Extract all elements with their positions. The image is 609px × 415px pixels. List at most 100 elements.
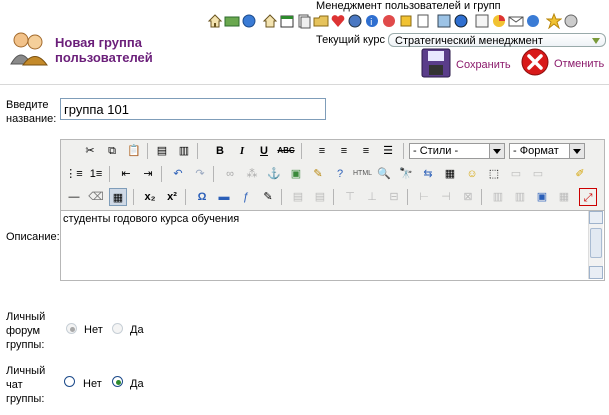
chat-no-radio[interactable] — [64, 376, 75, 387]
save-button[interactable]: Сохранить — [420, 47, 511, 82]
align-right-icon[interactable]: ≡ — [357, 142, 375, 160]
pages-icon[interactable] — [415, 13, 431, 29]
date-icon[interactable]: ▦ — [441, 165, 459, 183]
col-before-icon[interactable]: ⊢ — [415, 188, 433, 206]
documents-icon[interactable] — [296, 13, 312, 29]
align-center-icon[interactable]: ≡ — [335, 142, 353, 160]
underline-icon[interactable]: U — [255, 142, 273, 160]
find-icon[interactable]: 🔭 — [397, 165, 415, 183]
redo-icon[interactable]: ↷ — [191, 165, 209, 183]
layer-icon[interactable]: ▭ — [507, 165, 525, 183]
styles-select[interactable]: - Стили - — [409, 143, 505, 159]
image-icon[interactable]: ▣ — [287, 165, 305, 183]
chat-yes-radio[interactable] — [112, 376, 123, 387]
cell-props-icon[interactable]: ▦ — [555, 188, 573, 206]
preview-icon[interactable]: 🔍 — [375, 165, 393, 183]
calendar-icon[interactable] — [279, 13, 295, 29]
cancel-button[interactable]: Отменить — [520, 47, 604, 80]
align-left-icon[interactable]: ≡ — [313, 142, 331, 160]
forum-no-radio[interactable] — [66, 323, 77, 334]
replace-icon[interactable]: ⇆ — [419, 165, 437, 183]
copy-icon[interactable]: ⧉ — [103, 142, 121, 160]
subscript-icon[interactable]: x₂ — [141, 188, 159, 206]
paste-icon[interactable]: 📋 — [125, 142, 143, 160]
align-justify-icon[interactable]: ☰ — [379, 142, 397, 160]
template-icon[interactable]: ▣ — [533, 188, 551, 206]
anchor-icon[interactable]: ⚓ — [265, 165, 283, 183]
html-icon[interactable]: HTML — [353, 165, 372, 183]
scroll-thumb[interactable] — [590, 228, 602, 258]
world-icon[interactable] — [453, 13, 469, 29]
edit-code-icon[interactable]: ✎ — [259, 188, 277, 206]
editor-scrollbar[interactable] — [588, 211, 603, 279]
help-icon[interactable] — [563, 13, 579, 29]
chat-icon[interactable] — [347, 13, 363, 29]
special-char-icon[interactable]: Ω — [193, 188, 211, 206]
unlink-icon[interactable]: ⁂ — [243, 165, 261, 183]
smiley-icon[interactable]: ☺ — [463, 165, 481, 183]
paste-word-icon[interactable]: ▥ — [175, 142, 193, 160]
delete-row-icon[interactable]: ⊟ — [385, 188, 403, 206]
page-title: Новая группа пользователей — [55, 35, 153, 65]
disk-icon[interactable] — [381, 13, 397, 29]
chevron-down-icon — [489, 144, 504, 158]
bold-icon[interactable]: B — [211, 142, 229, 160]
numbered-list-icon[interactable]: 1≡ — [87, 165, 105, 183]
text-color-icon[interactable]: ✐ — [571, 165, 589, 183]
search-icon[interactable] — [474, 13, 490, 29]
user-group-icon — [7, 30, 51, 66]
scroll-down-icon[interactable] — [589, 266, 603, 279]
link-icon[interactable]: ∞ — [221, 165, 239, 183]
layer-move-icon[interactable]: ▭ — [529, 165, 547, 183]
strikethrough-icon[interactable]: ABC — [277, 142, 295, 160]
home-icon[interactable] — [207, 13, 223, 29]
format-select[interactable]: - Формат — [509, 143, 585, 159]
globe-icon[interactable] — [241, 13, 257, 29]
cleanup-icon[interactable]: ✎ — [309, 165, 327, 183]
scroll-up-icon[interactable] — [589, 211, 603, 224]
media-icon[interactable]: ▬ — [215, 188, 233, 206]
merge-cell-icon[interactable]: ▥ — [511, 188, 529, 206]
grid-icon[interactable] — [436, 13, 452, 29]
info-icon[interactable]: i — [364, 13, 380, 29]
col-after-icon[interactable]: ⊣ — [437, 188, 455, 206]
course-select[interactable]: Стратегический менеджмент — [388, 33, 606, 47]
indent-icon[interactable]: ⇥ — [139, 165, 157, 183]
folder-icon[interactable] — [313, 13, 329, 29]
remove-format-icon[interactable]: ⌫ — [87, 188, 105, 206]
home-icon[interactable] — [262, 13, 278, 29]
italic-icon[interactable]: I — [233, 142, 251, 160]
cut-icon[interactable]: ✂ — [81, 142, 99, 160]
fullscreen-icon[interactable]: ⬚ — [485, 165, 503, 183]
rich-text-editor: ✂ ⧉ 📋 ▤ ▥ B I U ABC ≡ ≡ ≡ ☰ - Стили - - … — [60, 139, 605, 281]
heart-icon[interactable] — [330, 13, 346, 29]
row-before-icon[interactable]: ⊤ — [341, 188, 359, 206]
visual-aid-icon[interactable]: ▦ — [109, 188, 127, 206]
delete-table-icon[interactable]: ⤢ — [579, 188, 597, 206]
mail-icon[interactable] — [508, 13, 524, 29]
bullet-list-icon[interactable]: ⋮≡ — [65, 165, 83, 183]
chat-label: Личный чат группы: — [6, 365, 46, 405]
horizontal-rule-icon[interactable]: — — [65, 188, 83, 206]
save-button-label: Сохранить — [456, 58, 511, 71]
superscript-icon[interactable]: x² — [163, 188, 181, 206]
table-icon[interactable]: ▤ — [289, 188, 307, 206]
star-icon[interactable] — [545, 12, 563, 30]
chart-icon[interactable] — [491, 13, 507, 29]
edit-icon[interactable] — [398, 13, 414, 29]
picture-icon[interactable] — [224, 13, 240, 29]
row-after-icon[interactable]: ⊥ — [363, 188, 381, 206]
outdent-icon[interactable]: ⇤ — [117, 165, 135, 183]
help-icon[interactable]: ? — [331, 165, 349, 183]
divider — [0, 84, 609, 85]
users-icon[interactable] — [525, 13, 541, 29]
undo-icon[interactable]: ↶ — [169, 165, 187, 183]
flash-icon[interactable]: ƒ — [237, 188, 255, 206]
description-textarea[interactable]: студенты годового курса обучения — [61, 210, 604, 280]
group-name-input[interactable] — [60, 98, 326, 120]
table-row-icon[interactable]: ▤ — [311, 188, 329, 206]
paste-text-icon[interactable]: ▤ — [153, 142, 171, 160]
delete-col-icon[interactable]: ⊠ — [459, 188, 477, 206]
split-cell-icon[interactable]: ▥ — [489, 188, 507, 206]
forum-yes-radio[interactable] — [112, 323, 123, 334]
